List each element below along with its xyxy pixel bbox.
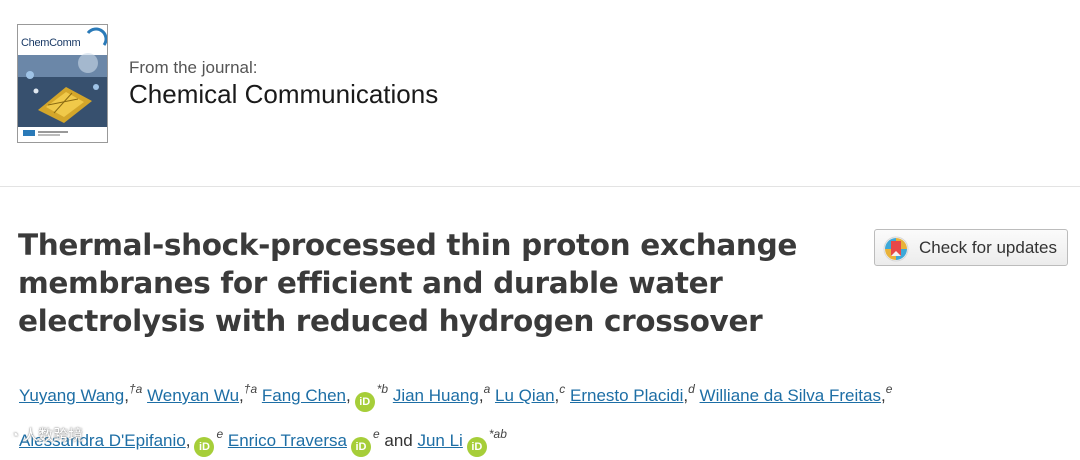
author-item: Fang Chen, iD*b — [262, 382, 388, 412]
orcid-icon[interactable]: iD — [354, 392, 375, 412]
journal-header: ChemComm From the journal: Chemical Comm… — [0, 0, 1080, 186]
affiliation-superscript: *ab — [488, 427, 507, 441]
author-item: Williane da Silva Freitas,e — [700, 382, 893, 405]
author-conjunction: and — [384, 431, 413, 450]
author-link[interactable]: Ernesto Placidi — [570, 386, 683, 405]
check-for-updates-label: Check for updates — [919, 238, 1057, 257]
check-for-updates-button[interactable]: Check for updates — [874, 229, 1068, 266]
author-item: Jun Li iD*ab — [417, 427, 507, 457]
author-link[interactable]: Fang Chen — [262, 386, 346, 405]
affiliation-superscript: c — [559, 382, 566, 396]
article-title: Thermal-shock-processed thin proton exch… — [18, 228, 798, 338]
author-link[interactable]: Jun Li — [417, 431, 462, 450]
affiliation-superscript: e — [372, 427, 380, 441]
affiliation-superscript: a — [483, 382, 491, 396]
author-list: Yuyang Wang,†a Wenyan Wu,†a Fang Chen, iD… — [19, 370, 1069, 460]
author-item: Wenyan Wu,†a — [147, 382, 257, 405]
journal-name[interactable]: Chemical Communications — [129, 79, 438, 110]
crossmark-icon — [883, 236, 909, 262]
header-divider — [0, 186, 1080, 187]
affiliation-superscript: e — [885, 382, 893, 396]
affiliation-superscript: †a — [243, 382, 258, 396]
author-link[interactable]: Yuyang Wang — [19, 386, 124, 405]
watermark-text: 人数跨境 — [23, 427, 84, 444]
cover-title: ChemComm — [21, 37, 81, 49]
author-link[interactable]: Williane da Silva Freitas — [700, 386, 881, 405]
affiliation-superscript: *b — [376, 382, 389, 396]
affiliation-superscript: d — [688, 382, 695, 396]
orcid-icon[interactable]: iD — [350, 437, 371, 457]
author-item: Ernesto Placidi,d — [570, 382, 695, 405]
affiliation-superscript: †a — [128, 382, 143, 396]
author-item: Lu Qian,c — [495, 382, 565, 405]
author-item: Jian Huang,a — [393, 382, 490, 405]
orcid-icon[interactable]: iD — [194, 437, 215, 457]
author-item: Enrico Traversa iDe — [228, 427, 380, 457]
author-link[interactable]: Wenyan Wu — [147, 386, 239, 405]
watermark: ◔ 人数跨境 — [10, 424, 83, 445]
journal-cover-image[interactable]: ChemComm — [17, 24, 108, 143]
orcid-icon[interactable]: iD — [466, 437, 487, 457]
from-journal-label: From the journal: — [129, 58, 258, 77]
author-link[interactable]: Jian Huang — [393, 386, 479, 405]
author-item: Yuyang Wang,†a — [19, 382, 142, 405]
author-link[interactable]: Enrico Traversa — [228, 431, 347, 450]
affiliation-superscript: e — [216, 427, 224, 441]
watermark-icon: ◔ — [10, 427, 20, 444]
author-separator: , — [346, 386, 351, 405]
author-separator: , — [185, 431, 191, 450]
author-link[interactable]: Lu Qian — [495, 386, 555, 405]
